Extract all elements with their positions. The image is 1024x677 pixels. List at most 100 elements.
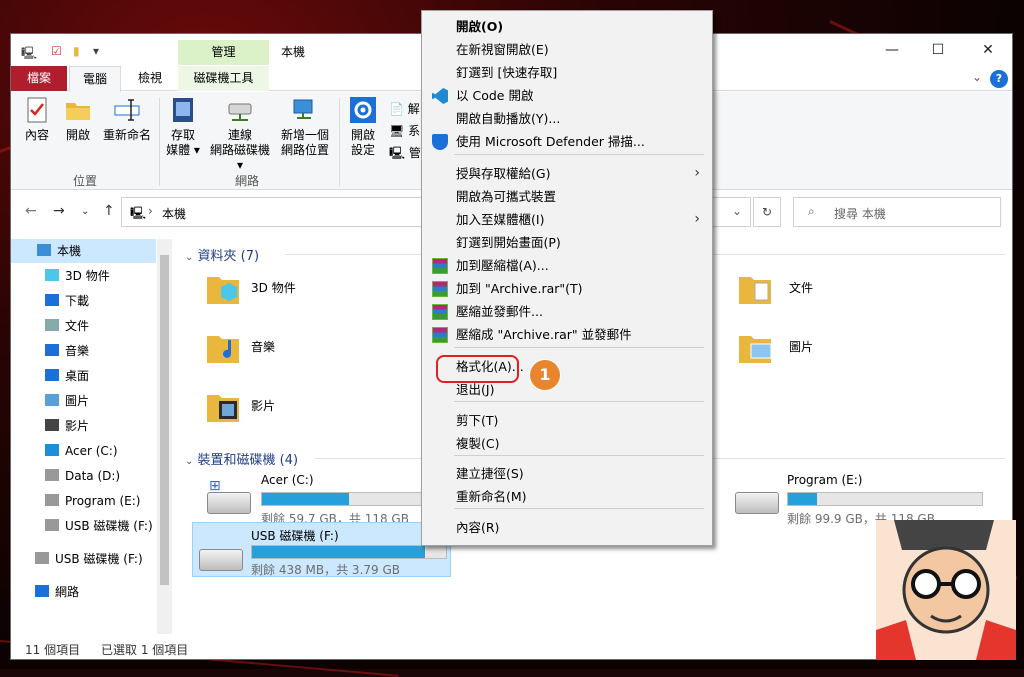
manage-button[interactable]: 🖳 管 <box>389 142 421 164</box>
menu-item-label: 複製(C) <box>456 436 500 451</box>
menu-item[interactable]: 使用 Microsoft Defender 掃描... <box>424 130 710 153</box>
menu-item[interactable]: 複製(C) <box>424 432 710 455</box>
drive-f-selected[interactable]: USB 磁碟機 (F:) 剩餘 438 MB，共 3.79 GB <box>192 522 451 577</box>
breadcrumb: 本機 <box>162 207 187 221</box>
sidebar-item-label: 圖片 <box>65 394 90 408</box>
menu-item[interactable]: 壓縮並發郵件... <box>424 300 710 323</box>
access-media-button[interactable]: 存取 媒體 ▾ <box>163 96 203 158</box>
menu-item[interactable]: 開啟(O) <box>424 15 710 38</box>
sidebar-item[interactable]: 本機 <box>11 239 156 263</box>
menu-item[interactable]: 開啟自動播放(Y)... <box>424 107 710 130</box>
tab-file[interactable]: 檔案 <box>11 66 67 91</box>
menu-item[interactable]: 加到 "Archive.rar"(T) <box>424 277 710 300</box>
collapse-chevron-icon[interactable]: ⌄ <box>185 456 193 467</box>
menu-item[interactable]: 在新視窗開啟(E) <box>424 38 710 61</box>
sidebar-item[interactable]: Program (E:) <box>11 489 156 513</box>
up-arrow-icon[interactable]: ↑ <box>103 203 115 219</box>
folder-name[interactable]: 影片 <box>251 397 275 414</box>
new-folder-quick-icon[interactable]: ▮ <box>73 44 80 58</box>
address-dropdown-icon[interactable]: ⌄ <box>732 204 742 218</box>
menu-item[interactable]: 以 Code 開啟 <box>424 84 710 107</box>
media-icon <box>173 98 193 122</box>
drive-space-info: 剩餘 438 MB，共 3.79 GB <box>251 563 400 577</box>
3d-objects-folder-icon[interactable] <box>205 271 241 307</box>
open-settings-button[interactable]: 開啟 設定 <box>345 96 381 158</box>
customize-quick-access-icon[interactable]: ▾ <box>93 44 99 58</box>
drive-e[interactable]: Program (E:) 剩餘 99.9 GB，共 118 GB <box>729 472 989 526</box>
menu-item[interactable]: 開啟為可攜式裝置 <box>424 185 710 208</box>
selection-count: 已選取 1 個項目 <box>101 643 189 657</box>
folder-name[interactable]: 音樂 <box>251 338 275 355</box>
menu-item[interactable]: 建立捷徑(S) <box>424 462 710 485</box>
search-input[interactable]: ⌕ 搜尋 本機 <box>793 197 1001 227</box>
sidebar-item[interactable]: 3D 物件 <box>11 264 156 288</box>
sidebar-item[interactable]: 音樂 <box>11 339 156 363</box>
menu-separator <box>454 508 704 509</box>
properties-button[interactable]: 內容 <box>17 96 57 143</box>
recent-chevron-icon[interactable]: ⌄ <box>81 206 89 217</box>
windows-logo-icon: ⊞ <box>209 478 221 494</box>
drive-usage-fill <box>262 493 350 505</box>
folder-name[interactable]: 文件 <box>789 279 813 296</box>
sidebar-item[interactable]: 文件 <box>11 314 156 338</box>
sidebar-item[interactable]: Data (D:) <box>11 464 156 488</box>
maximize-button[interactable]: ☐ <box>915 38 961 62</box>
music-folder-icon[interactable] <box>205 330 241 366</box>
menu-item[interactable]: 加入至媒體櫃(I) › <box>424 208 710 231</box>
menu-item-label: 釘選到 [快速存取] <box>456 65 558 80</box>
menu-item[interactable]: 壓縮成 "Archive.rar" 並發郵件 <box>424 323 710 346</box>
open-button[interactable]: 開啟 <box>61 96 95 143</box>
help-icon[interactable]: ? <box>990 70 1008 88</box>
properties-quick-icon[interactable]: ☑ <box>51 44 62 58</box>
manage-label: 管 <box>408 146 421 160</box>
menu-item[interactable]: 內容(R) <box>424 516 710 539</box>
winrar-icon <box>432 281 448 297</box>
windows-drive-icon <box>45 444 59 456</box>
menu-item[interactable]: 重新命名(M) <box>424 485 710 508</box>
sidebar-item-label: 3D 物件 <box>65 269 110 283</box>
minimize-button[interactable]: — <box>869 38 915 62</box>
scrollbar-thumb[interactable] <box>160 255 169 585</box>
menu-item[interactable]: 加到壓縮檔(A)... <box>424 254 710 277</box>
menu-item[interactable]: 釘選到 [快速存取] <box>424 61 710 84</box>
tab-drive-tools[interactable]: 磁碟機工具 <box>178 66 269 91</box>
menu-item[interactable]: 剪下(T) <box>424 409 710 432</box>
sidebar-item[interactable]: 圖片 <box>11 389 156 413</box>
submenu-chevron-icon: › <box>694 165 700 181</box>
menu-item-label: 內容(R) <box>456 520 500 535</box>
system-properties-button[interactable]: 🖥 系 <box>389 120 421 142</box>
folder-name[interactable]: 圖片 <box>789 338 813 355</box>
documents-folder-icon[interactable] <box>737 271 773 307</box>
sidebar-item[interactable]: USB 磁碟機 (F:) <box>11 547 156 571</box>
map-network-drive-button[interactable]: 連線 網路磁碟機 ▾ <box>207 96 273 173</box>
sidebar-item[interactable]: 網路 <box>11 580 156 604</box>
videos-folder-icon[interactable] <box>205 389 241 425</box>
ribbon-divider <box>339 98 340 186</box>
refresh-button[interactable]: ↻ <box>753 197 781 227</box>
pictures-folder-icon[interactable] <box>737 330 773 366</box>
back-arrow-icon[interactable]: ← <box>25 203 37 219</box>
sidebar-item[interactable]: 下載 <box>11 289 156 313</box>
drive-c[interactable]: ⊞ Acer (C:) 剩餘 59.7 GB，共 118 GB <box>201 472 441 526</box>
add-network-location-button[interactable]: 新增一個 網路位置 <box>277 96 333 158</box>
breadcrumb-chevron-icon[interactable]: › <box>148 204 153 218</box>
rename-button[interactable]: 重新命名 <box>99 96 155 143</box>
folder-name[interactable]: 3D 物件 <box>251 279 296 296</box>
tab-view[interactable]: 檢視 <box>127 66 173 91</box>
open-folder-icon <box>66 103 90 120</box>
tab-computer[interactable]: 電腦 <box>69 66 121 92</box>
collapse-chevron-icon[interactable]: ⌄ <box>185 252 193 263</box>
uninstall-button[interactable]: 📄 解 <box>389 98 421 120</box>
close-button[interactable]: ✕ <box>965 38 1011 62</box>
open-label: 開啟 <box>65 128 90 142</box>
menu-item[interactable]: 釘選到開始畫面(P) <box>424 231 710 254</box>
menu-item[interactable]: 授與存取權給(G) › <box>424 162 710 185</box>
sidebar-item[interactable]: 影片 <box>11 414 156 438</box>
sidebar-item[interactable]: 桌面 <box>11 364 156 388</box>
expand-ribbon-icon[interactable]: ⌄ <box>972 70 982 84</box>
sidebar-item-label: USB 磁碟機 (F:) <box>55 552 143 566</box>
navigation-pane-scrollbar[interactable] <box>157 239 172 634</box>
sidebar-item[interactable]: USB 磁碟機 (F:) <box>11 514 156 538</box>
forward-arrow-icon[interactable]: → <box>53 203 65 219</box>
sidebar-item[interactable]: Acer (C:) <box>11 439 156 463</box>
